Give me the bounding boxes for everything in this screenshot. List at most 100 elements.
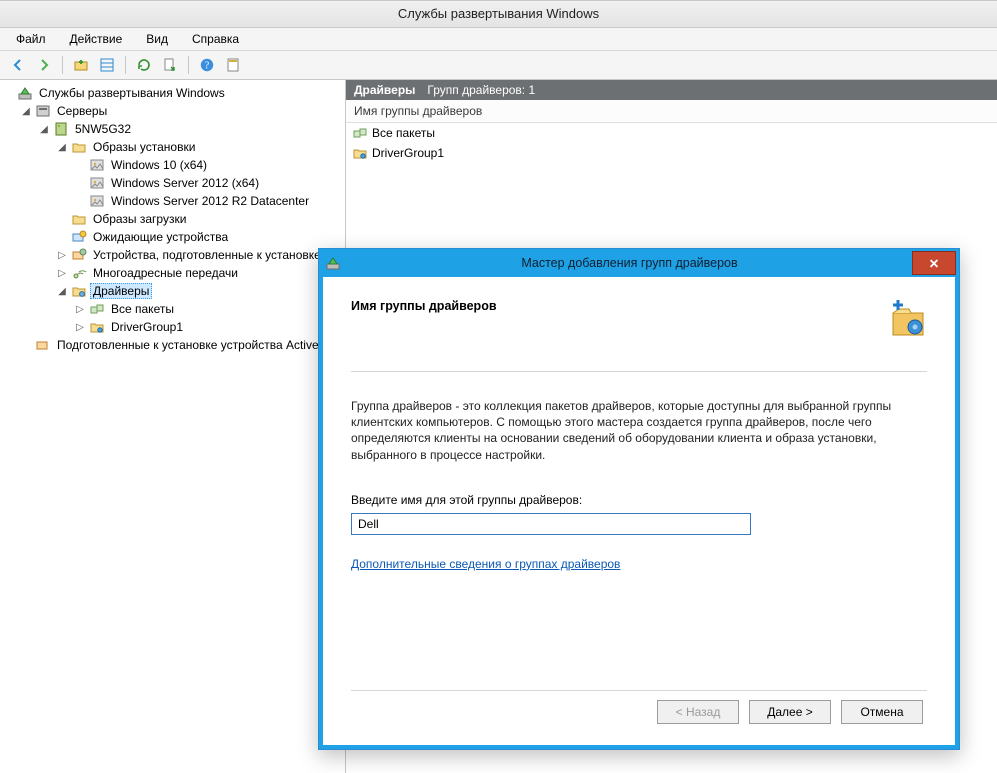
tree-install-images-label: Образы установки xyxy=(90,140,198,154)
tree-pending-devices[interactable]: Ожидающие устройства xyxy=(54,228,345,246)
expander-collapsed-icon[interactable]: ▷ xyxy=(56,249,68,261)
wizard-dialog: Мастер добавления групп драйверов ✕ Имя … xyxy=(318,248,960,750)
tree-root[interactable]: Службы развертывания Windows xyxy=(0,84,345,102)
prestaged-icon xyxy=(71,247,87,263)
multicast-icon xyxy=(71,265,87,281)
menu-file[interactable]: Файл xyxy=(6,30,56,48)
dialog-close-button[interactable]: ✕ xyxy=(912,251,956,275)
tree-prestaged-label: Устройства, подготовленные к установке xyxy=(90,248,324,262)
tree-image-label: Windows Server 2012 R2 Datacenter xyxy=(108,194,312,208)
dialog-button-row: < Назад Далее > Отмена xyxy=(351,690,927,733)
expander-icon[interactable]: ◢ xyxy=(56,285,68,297)
list-column-header[interactable]: Имя группы драйверов xyxy=(346,100,997,123)
refresh-icon xyxy=(136,57,152,73)
menu-view[interactable]: Вид xyxy=(136,30,178,48)
wds-root-icon xyxy=(17,85,33,101)
app-title: Службы развертывания Windows xyxy=(398,6,599,21)
list-count: Групп драйверов: 1 xyxy=(427,83,535,97)
tree-server-label: 5NW5G32 xyxy=(72,122,134,136)
export-list-icon xyxy=(162,57,178,73)
refresh-button[interactable] xyxy=(132,53,156,77)
svg-text:?: ? xyxy=(205,61,210,72)
folder-icon xyxy=(71,211,87,227)
cancel-button[interactable]: Отмена xyxy=(841,700,923,724)
menubar: Файл Действие Вид Справка xyxy=(0,28,997,51)
driver-group-icon xyxy=(352,145,368,161)
details-view-button[interactable] xyxy=(95,53,119,77)
tree-multicast[interactable]: ▷Многоадресные передачи xyxy=(54,264,345,282)
list-item[interactable]: DriverGroup1 xyxy=(346,143,997,163)
expander-collapsed-icon[interactable]: ▷ xyxy=(74,321,86,333)
nav-back-button[interactable] xyxy=(6,53,30,77)
dialog-title: Мастер добавления групп драйверов xyxy=(347,256,912,270)
toolbar-separator xyxy=(125,56,126,74)
tree-driver-group1-label: DriverGroup1 xyxy=(108,320,186,334)
tree-image-label: Windows Server 2012 (x64) xyxy=(108,176,262,190)
ad-prestaged-icon xyxy=(35,337,51,353)
expander-icon[interactable]: ◢ xyxy=(20,105,32,117)
expander-icon[interactable]: ◢ xyxy=(38,123,50,135)
tree-all-packages[interactable]: ▷ Все пакеты xyxy=(72,300,345,318)
add-folder-icon xyxy=(73,57,89,73)
tree-prestaged-devices[interactable]: ▷ Устройства, подготовленные к установке xyxy=(54,246,345,264)
export-button[interactable] xyxy=(158,53,182,77)
list-tab-title: Драйверы xyxy=(354,83,415,97)
tree-pane[interactable]: Службы развертывания Windows ◢ Серверы xyxy=(0,80,346,773)
tree-image-ws2012r2[interactable]: Windows Server 2012 R2 Datacenter xyxy=(72,192,345,210)
tree-drivers[interactable]: ◢ Драйверы xyxy=(54,282,345,300)
next-button[interactable]: Далее > xyxy=(749,700,831,724)
tree-drivers-label: Драйверы xyxy=(90,283,152,299)
image-icon xyxy=(89,175,105,191)
expander-collapsed-icon[interactable]: ▷ xyxy=(74,303,86,315)
expander-icon[interactable]: ◢ xyxy=(56,141,68,153)
tree-server-node[interactable]: ◢ 5NW5G32 xyxy=(36,120,345,138)
all-packages-icon xyxy=(89,301,105,317)
tree-servers-label: Серверы xyxy=(54,104,110,118)
tree-image-ws2012[interactable]: Windows Server 2012 (x64) xyxy=(72,174,345,192)
tree-boot-images[interactable]: Образы загрузки xyxy=(54,210,345,228)
tree-servers[interactable]: ◢ Серверы xyxy=(18,102,345,120)
menu-help[interactable]: Справка xyxy=(182,30,249,48)
servers-icon xyxy=(35,103,51,119)
properties-button[interactable] xyxy=(221,53,245,77)
tree-root-label: Службы развертывания Windows xyxy=(36,86,228,100)
wds-icon xyxy=(325,255,341,271)
tree-driver-group1[interactable]: ▷ DriverGroup1 xyxy=(72,318,345,336)
toolbar: ? xyxy=(0,51,997,80)
help-icon: ? xyxy=(199,57,215,73)
tree-image-win10[interactable]: Windows 10 (x64) xyxy=(72,156,345,174)
dialog-titlebar[interactable]: Мастер добавления групп драйверов ✕ xyxy=(319,249,959,277)
pending-devices-icon xyxy=(71,229,87,245)
arrow-right-icon xyxy=(36,57,52,73)
menu-action[interactable]: Действие xyxy=(60,30,133,48)
toolbar-separator xyxy=(62,56,63,74)
wizard-folder-icon xyxy=(885,299,927,341)
all-packages-icon xyxy=(352,125,368,141)
properties-icon xyxy=(225,57,241,73)
learn-more-link[interactable]: Дополнительные сведения о группах драйве… xyxy=(351,557,927,571)
close-icon: ✕ xyxy=(929,256,939,271)
tree-all-packages-label: Все пакеты xyxy=(108,302,177,316)
tree-pending-devices-label: Ожидающие устройства xyxy=(90,230,231,244)
nav-forward-button[interactable] xyxy=(32,53,56,77)
details-icon xyxy=(99,57,115,73)
tree-image-label: Windows 10 (x64) xyxy=(108,158,210,172)
tree-ad-prestaged[interactable]: Подготовленные к установке устройства Ac… xyxy=(18,336,345,354)
expander-collapsed-icon[interactable]: ▷ xyxy=(56,267,68,279)
driver-group-name-input[interactable] xyxy=(351,513,751,535)
help-button[interactable]: ? xyxy=(195,53,219,77)
folder-icon xyxy=(71,139,87,155)
dialog-app-icon xyxy=(319,249,347,277)
server-icon xyxy=(53,121,69,137)
back-button[interactable]: < Назад xyxy=(657,700,739,724)
image-icon xyxy=(89,193,105,209)
dialog-heading: Имя группы драйверов xyxy=(351,299,497,313)
add-button[interactable] xyxy=(69,53,93,77)
list-item[interactable]: Все пакеты xyxy=(346,123,997,143)
tree-install-images[interactable]: ◢ Образы установки xyxy=(54,138,345,156)
list-header: Драйверы Групп драйверов: 1 xyxy=(346,80,997,100)
dialog-body: Имя группы драйверов Группа драйверов - … xyxy=(319,277,959,749)
drivers-folder-icon xyxy=(71,283,87,299)
dialog-description: Группа драйверов - это коллекция пакетов… xyxy=(351,398,927,463)
arrow-left-icon xyxy=(10,57,26,73)
